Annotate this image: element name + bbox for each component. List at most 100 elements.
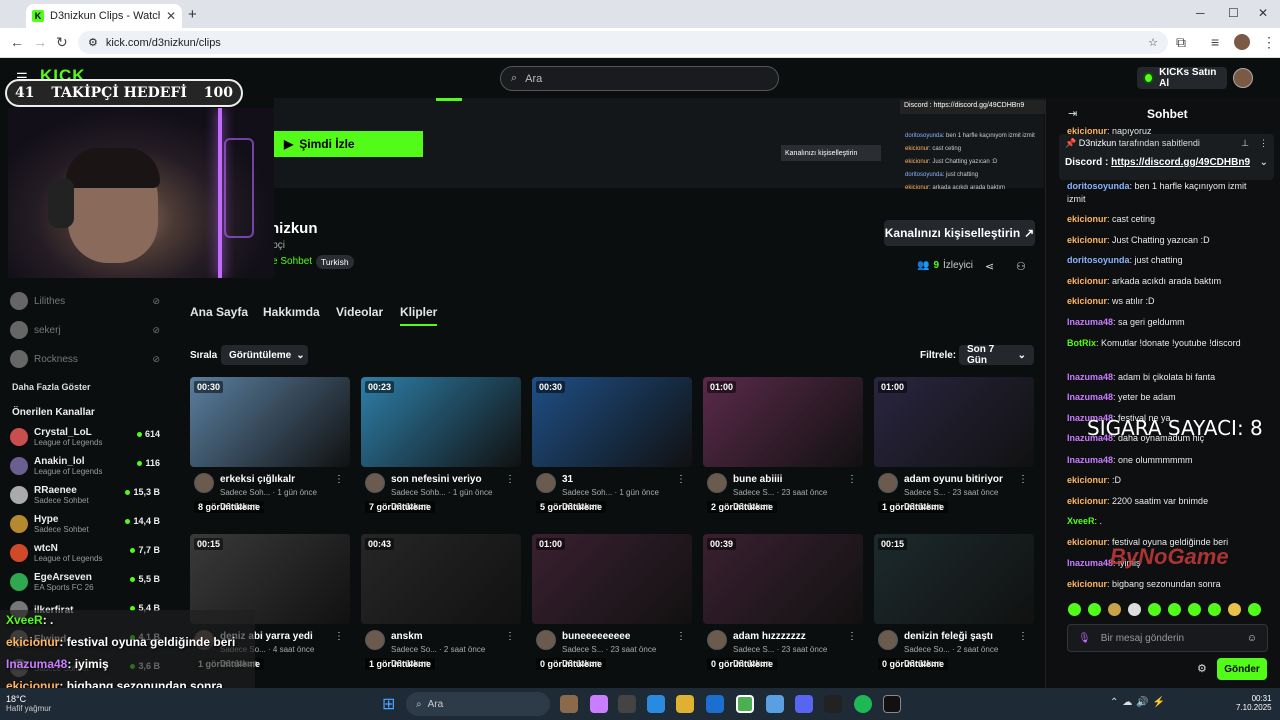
spotify-icon[interactable] bbox=[854, 695, 872, 713]
clock[interactable]: 00:31 7.10.2025 bbox=[1236, 694, 1272, 712]
clip-card[interactable]: 01:00 0 görüntüleme buneeeeeeeee ⋮ Sadece S.… bbox=[532, 534, 692, 674]
emote-icon[interactable] bbox=[1228, 603, 1241, 616]
clip-author[interactable]: D3nizkun bbox=[391, 501, 429, 511]
clip-author-avatar[interactable] bbox=[707, 630, 727, 650]
chat-username[interactable]: Inazuma48 bbox=[1067, 392, 1113, 402]
more-options-icon[interactable]: ⋮ bbox=[334, 631, 344, 642]
show-more-link[interactable]: Daha Fazla Göster bbox=[12, 382, 91, 392]
outlook-icon[interactable] bbox=[706, 695, 724, 713]
more-options-icon[interactable]: ⋮ bbox=[334, 474, 344, 485]
url-field[interactable]: ⚙ kick.com/d3nizkun/clips ☆ bbox=[78, 31, 1168, 54]
reload-icon[interactable]: ↻ bbox=[56, 34, 68, 51]
more-options-icon[interactable]: ⋮ bbox=[505, 631, 515, 642]
discord-link[interactable]: https://discord.gg/49CDHBn9 bbox=[1111, 157, 1250, 168]
minimize-icon[interactable]: ─ bbox=[1196, 6, 1205, 20]
clip-title[interactable]: son nefesini veriyo bbox=[391, 474, 482, 485]
clip-title[interactable]: adam oyunu bitiriyor bbox=[904, 474, 1003, 485]
sidebar-recommended-channel[interactable]: RRaenee Sadece Sohbet 15,3 B bbox=[10, 485, 160, 505]
clip-title[interactable]: buneeeeeeeee bbox=[562, 631, 630, 642]
media-icon[interactable]: ≡ bbox=[1211, 34, 1219, 50]
emote-icon[interactable] bbox=[1128, 603, 1141, 616]
unpin-icon[interactable]: ⊥ bbox=[1241, 138, 1249, 149]
clip-author[interactable]: D3nizkun bbox=[220, 501, 258, 511]
clip-author[interactable]: D3nizkun bbox=[562, 501, 600, 511]
tab-videos[interactable]: Videolar bbox=[336, 305, 383, 319]
more-options-icon[interactable]: ⋮ bbox=[676, 631, 686, 642]
edge-icon[interactable] bbox=[647, 695, 665, 713]
system-tray[interactable]: ⌃☁🔊⚡ bbox=[1110, 697, 1169, 708]
emote-icon[interactable] bbox=[1088, 603, 1101, 616]
clip-author[interactable]: D3nizkun bbox=[733, 658, 771, 668]
collapse-chat-icon[interactable]: ⇥ bbox=[1068, 107, 1077, 120]
clip-author-avatar[interactable] bbox=[536, 630, 556, 650]
emote-icon[interactable] bbox=[1188, 603, 1201, 616]
close-window-icon[interactable]: ✕ bbox=[1258, 6, 1268, 20]
chat-username[interactable]: Inazuma48 bbox=[1067, 558, 1113, 568]
chat-settings-icon[interactable]: ⚙ bbox=[1197, 662, 1207, 675]
emote-icon[interactable] bbox=[1068, 603, 1081, 616]
more-options-icon[interactable]: ⋮ bbox=[847, 474, 857, 485]
chat-username[interactable]: ekicionur bbox=[1067, 496, 1107, 506]
clip-card[interactable]: 00:30 5 görüntüleme 31 ⋮ Sadece Soh... · 1 g… bbox=[532, 377, 692, 517]
emote-icon[interactable] bbox=[1108, 603, 1121, 616]
emote-icon[interactable] bbox=[1148, 603, 1161, 616]
more-options-icon[interactable]: ⋮ bbox=[1259, 138, 1268, 149]
tab-clips[interactable]: Klipler bbox=[400, 305, 438, 326]
user-avatar[interactable] bbox=[1233, 68, 1253, 88]
clip-author-avatar[interactable] bbox=[878, 473, 898, 493]
tab-about[interactable]: Hakkımda bbox=[263, 305, 320, 319]
sidebar-recommended-channel[interactable]: Hype Sadece Sohbet 14,4 B bbox=[10, 514, 160, 534]
language-tag[interactable]: Turkish bbox=[316, 255, 354, 269]
send-button[interactable]: Gönder bbox=[1217, 658, 1267, 680]
expand-pinned-icon[interactable]: ⌄ bbox=[1260, 157, 1268, 168]
clip-card[interactable]: 01:00 2 görüntüleme bune abiiii ⋮ Sadece S..… bbox=[703, 377, 863, 517]
emote-icon[interactable] bbox=[1168, 603, 1181, 616]
clip-author-avatar[interactable] bbox=[194, 473, 214, 493]
chat-username[interactable]: doritosoyunda bbox=[1067, 181, 1130, 191]
task-view-icon[interactable] bbox=[618, 695, 636, 713]
emote-icon[interactable] bbox=[1208, 603, 1221, 616]
clip-title[interactable]: erkeksi çığlıkalr bbox=[220, 474, 295, 485]
clip-title[interactable]: adam hızzzzzzz bbox=[733, 631, 806, 642]
sidebar-recommended-channel[interactable]: Crystal_LoL League of Legends 614 bbox=[10, 427, 160, 447]
sidebar-offline-channel[interactable]: Lilithes ⊘ bbox=[10, 292, 160, 310]
forward-icon[interactable]: → bbox=[33, 34, 47, 50]
clip-title[interactable]: bune abiiii bbox=[733, 474, 782, 485]
clip-author-avatar[interactable] bbox=[536, 473, 556, 493]
clip-title[interactable]: 31 bbox=[562, 474, 573, 485]
bookmark-star-icon[interactable]: ☆ bbox=[1148, 36, 1158, 49]
clip-card[interactable]: 00:15 0 görüntüleme denizin feleği şaştı ⋮ S… bbox=[874, 534, 1034, 674]
sidebar-recommended-channel[interactable]: wtcN League of Legends 7,7 B bbox=[10, 543, 160, 563]
channel-category[interactable]: e Sohbet bbox=[272, 256, 312, 267]
chat-username[interactable]: XveeR bbox=[1067, 516, 1095, 526]
taskbar-app-icon[interactable] bbox=[560, 695, 578, 713]
sidebar-offline-channel[interactable]: Rockness ⊘ bbox=[10, 350, 160, 368]
discord-icon[interactable] bbox=[795, 695, 813, 713]
chat-username[interactable]: ekicionur bbox=[1067, 579, 1107, 589]
clip-card[interactable]: 01:00 1 görüntüleme adam oyunu bitiriyor ⋮ S… bbox=[874, 377, 1034, 517]
windows-start-icon[interactable]: ⊞ bbox=[382, 694, 395, 714]
more-options-icon[interactable]: ⋮ bbox=[676, 474, 686, 485]
clip-title[interactable]: anskm bbox=[391, 631, 423, 642]
maximize-icon[interactable]: ☐ bbox=[1228, 6, 1239, 20]
epic-games-icon[interactable] bbox=[883, 695, 901, 713]
sort-dropdown[interactable]: Görüntüleme ⌄ bbox=[221, 345, 308, 365]
microphone-icon[interactable]: 🎙 bbox=[1078, 633, 1091, 644]
sidebar-offline-channel[interactable]: sekerj ⊘ bbox=[10, 321, 160, 339]
browser-menu-icon[interactable]: ⋮ bbox=[1262, 34, 1276, 51]
clip-card[interactable]: 00:23 7 görüntüleme son nefesini veriyo ⋮ Sa… bbox=[361, 377, 521, 517]
add-friend-icon[interactable]: ⚇ bbox=[1016, 260, 1026, 273]
clip-author-avatar[interactable] bbox=[365, 473, 385, 493]
clip-card[interactable]: 00:43 1 görüntüleme anskm ⋮ Sadece So... · 2… bbox=[361, 534, 521, 674]
obs-icon[interactable] bbox=[824, 695, 842, 713]
buy-kicks-button[interactable]: KICKs Satın Al bbox=[1137, 67, 1227, 89]
more-options-icon[interactable]: ⋮ bbox=[1018, 631, 1028, 642]
clip-author-avatar[interactable] bbox=[365, 630, 385, 650]
clip-card[interactable]: 00:30 8 görüntüleme erkeksi çığlıkalr ⋮ Sade… bbox=[190, 377, 350, 517]
back-icon[interactable]: ← bbox=[10, 34, 24, 50]
chat-username[interactable]: Inazuma48 bbox=[1067, 455, 1113, 465]
clip-author[interactable]: D3nizkun bbox=[733, 501, 771, 511]
chat-username[interactable]: ekicionur bbox=[1067, 214, 1107, 224]
filter-dropdown[interactable]: Son 7 Gün ⌄ bbox=[959, 344, 1034, 366]
clip-author[interactable]: D3nizkun bbox=[391, 658, 429, 668]
